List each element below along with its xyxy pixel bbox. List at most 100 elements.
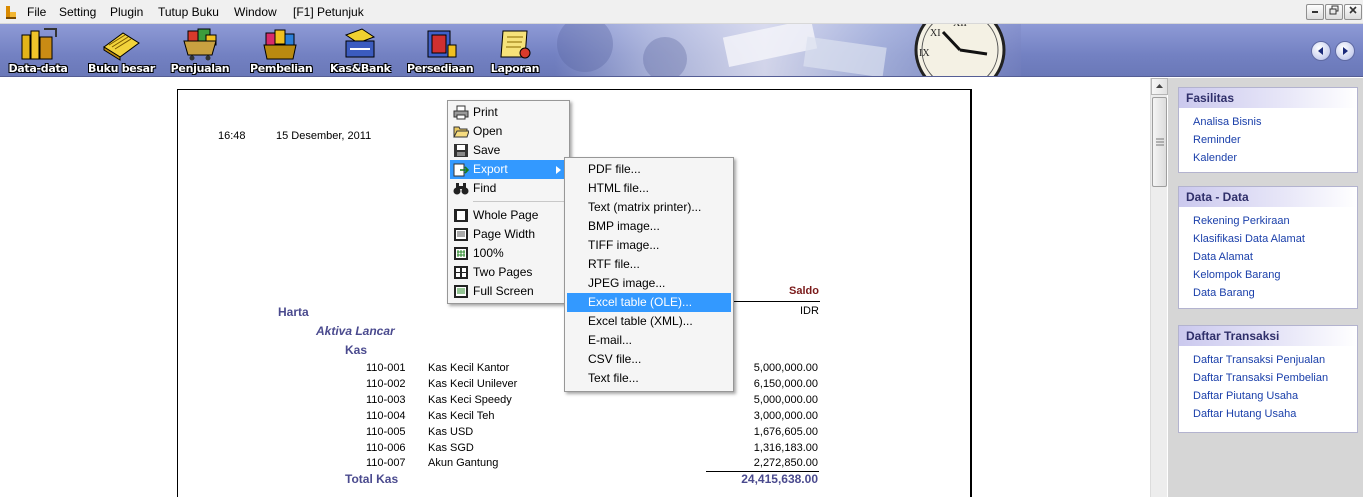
export-text-file-label: Text file...: [588, 371, 639, 385]
menu-100-percent-label: 100%: [473, 246, 504, 260]
link-daftar-transaksi-pembelian[interactable]: Daftar Transaksi Pembelian: [1193, 372, 1328, 384]
minimize-button[interactable]: [1306, 4, 1324, 20]
toolbar-laporan[interactable]: Laporan: [489, 26, 541, 76]
export-text-matrix-label: Text (matrix printer)...: [588, 200, 702, 214]
export-jpeg[interactable]: JPEG image...: [567, 274, 731, 293]
menu-export-label: Export: [473, 162, 508, 176]
svg-text:XI: XI: [930, 28, 941, 39]
account-code: 110-005: [366, 426, 406, 438]
export-tiff-label: TIFF image...: [588, 238, 660, 252]
menu-save[interactable]: Save: [450, 141, 567, 160]
export-excel-xml-label: Excel table (XML)...: [588, 314, 693, 328]
export-csv[interactable]: CSV file...: [567, 350, 731, 369]
scroll-thumb[interactable]: [1152, 97, 1167, 187]
account-code: 110-007: [366, 457, 406, 469]
vertical-scrollbar[interactable]: [1150, 78, 1168, 497]
binoculars-icon: [453, 183, 469, 195]
account-name: Kas USD: [428, 426, 474, 438]
open-folder-icon: [453, 126, 469, 138]
menu-tutup-buku[interactable]: Tutup Buku: [158, 5, 219, 19]
link-rekening-perkiraan[interactable]: Rekening Perkiraan: [1193, 215, 1290, 227]
link-analisa-bisnis[interactable]: Analisa Bisnis: [1193, 116, 1261, 128]
subsection-aktiva-lancar: Aktiva Lancar: [316, 324, 395, 338]
export-html[interactable]: HTML file...: [567, 179, 731, 198]
nav-forward-button[interactable]: [1335, 41, 1355, 61]
export-bmp-label: BMP image...: [588, 219, 660, 233]
export-bmp[interactable]: BMP image...: [567, 217, 731, 236]
menu-setting[interactable]: Setting: [59, 5, 96, 19]
two-pages-icon: [454, 266, 468, 279]
total-kas-label: Total Kas: [345, 472, 399, 486]
link-daftar-hutang-usaha[interactable]: Daftar Hutang Usaha: [1193, 408, 1296, 420]
toolbar-kas-bank[interactable]: Kas&Bank: [330, 26, 391, 76]
export-text-file[interactable]: Text file...: [567, 369, 731, 388]
export-excel-ole[interactable]: Excel table (OLE)...: [567, 293, 731, 312]
link-klasifikasi-data-alamat[interactable]: Klasifikasi Data Alamat: [1193, 233, 1305, 245]
zoom-100-icon: [454, 247, 468, 260]
toolbar-laporan-label: Laporan: [490, 62, 540, 75]
menu-find[interactable]: Find: [450, 179, 567, 198]
menu-page-width[interactable]: Page Width: [450, 225, 567, 244]
decorative-banner: XI XII IX: [555, 24, 1021, 76]
menu-full-screen[interactable]: Full Screen: [450, 282, 567, 301]
menu-100-percent[interactable]: 100%: [450, 244, 567, 263]
export-text-matrix[interactable]: Text (matrix printer)...: [567, 198, 731, 217]
restore-button[interactable]: [1325, 4, 1343, 20]
toolbar-penjualan[interactable]: Penjualan: [170, 26, 230, 76]
account-name: Kas Kecil Teh: [428, 410, 495, 422]
toolbar-data-data[interactable]: Data-data: [8, 26, 68, 76]
menu-window[interactable]: Window: [234, 5, 277, 19]
close-icon: [1349, 6, 1357, 14]
export-pdf[interactable]: PDF file...: [567, 160, 731, 179]
menu-plugin[interactable]: Plugin: [110, 5, 143, 19]
toolbar-data-data-label: Data-data: [8, 62, 68, 75]
link-reminder[interactable]: Reminder: [1193, 134, 1241, 146]
menu-help[interactable]: [F1] Petunjuk: [293, 5, 364, 19]
ledger-book-icon: [103, 32, 140, 61]
menu-find-label: Find: [473, 181, 497, 195]
nav-back-button[interactable]: [1311, 41, 1331, 61]
menu-full-screen-label: Full Screen: [473, 284, 534, 298]
toolbar-pembelian-label: Pembelian: [250, 62, 313, 75]
toolbar-pembelian[interactable]: Pembelian: [250, 26, 313, 76]
toolbar-penjualan-label: Penjualan: [170, 62, 230, 75]
preview-context-menu: Print Open Save Export Find Whole Page P…: [447, 100, 570, 304]
menu-page-width-label: Page Width: [473, 227, 536, 241]
scroll-up-button[interactable]: [1151, 78, 1168, 95]
menu-export[interactable]: Export: [450, 160, 567, 179]
export-rtf[interactable]: RTF file...: [567, 255, 731, 274]
purchase-goods-icon: [263, 29, 297, 60]
menu-two-pages[interactable]: Two Pages: [450, 263, 567, 282]
toolbar-persediaan-label: Persediaan: [407, 62, 474, 75]
close-button[interactable]: [1344, 4, 1362, 20]
menu-print-label: Print: [473, 105, 498, 119]
panel-data-data-title: Data - Data: [1179, 187, 1357, 207]
toolbar-buku-besar[interactable]: Buku besar: [88, 26, 155, 76]
whole-page-icon: [454, 209, 468, 222]
svg-text:IX: IX: [919, 48, 930, 59]
menu-whole-page[interactable]: Whole Page: [450, 206, 567, 225]
account-amount: 3,000,000.00: [753, 410, 818, 422]
export-email[interactable]: E-mail...: [567, 331, 731, 350]
panel-daftar-transaksi: Daftar Transaksi Daftar Transaksi Penjua…: [1178, 325, 1358, 433]
account-code: 110-002: [366, 378, 406, 390]
submenu-arrow-icon: [556, 166, 561, 174]
arrow-right-icon: [1343, 47, 1348, 55]
inventory-icon: [427, 30, 457, 58]
link-daftar-piutang-usaha[interactable]: Daftar Piutang Usaha: [1193, 390, 1298, 402]
export-tiff[interactable]: TIFF image...: [567, 236, 731, 255]
link-data-alamat[interactable]: Data Alamat: [1193, 251, 1253, 263]
page-width-icon: [454, 228, 468, 241]
menu-file[interactable]: File: [27, 5, 46, 19]
link-daftar-transaksi-penjualan[interactable]: Daftar Transaksi Penjualan: [1193, 354, 1325, 366]
menu-open[interactable]: Open: [450, 122, 567, 141]
export-excel-xml[interactable]: Excel table (XML)...: [567, 312, 731, 331]
link-data-barang[interactable]: Data Barang: [1193, 287, 1255, 299]
toolbar-persediaan[interactable]: Persediaan: [407, 26, 474, 76]
link-kelompok-barang[interactable]: Kelompok Barang: [1193, 269, 1280, 281]
export-icon: [453, 163, 469, 177]
arrow-left-icon: [1318, 47, 1323, 55]
export-html-label: HTML file...: [588, 181, 649, 195]
link-kalender[interactable]: Kalender: [1193, 152, 1237, 164]
menu-print[interactable]: Print: [450, 103, 567, 122]
